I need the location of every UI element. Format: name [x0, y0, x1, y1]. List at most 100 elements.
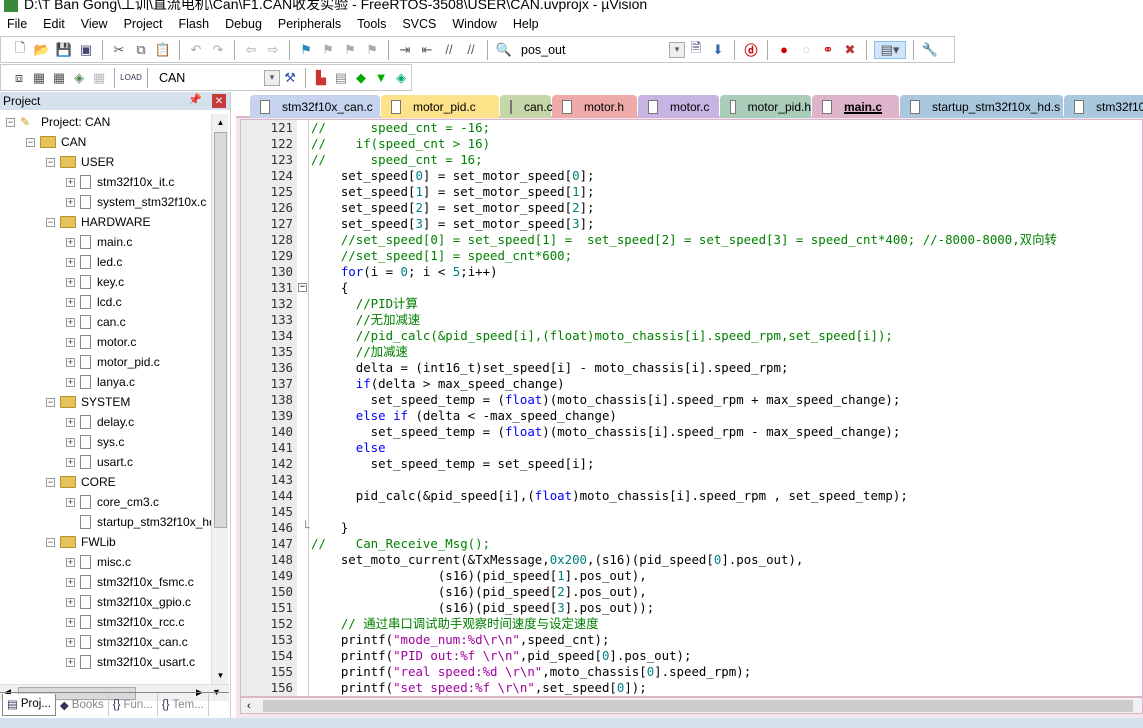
- tree-item-file[interactable]: + led.c: [66, 252, 122, 272]
- find-icon[interactable]: 🗎: [687, 40, 705, 59]
- menu-flash[interactable]: Flash: [177, 17, 210, 31]
- menu-help[interactable]: Help: [512, 17, 540, 31]
- tree-item-file[interactable]: + core_cm3.c: [66, 492, 159, 512]
- panel-tab-tem[interactable]: {} Tem...: [158, 693, 209, 716]
- tree-item-file[interactable]: + system_stm32f10x.c: [66, 192, 206, 212]
- code-view[interactable]: 121// speed_cnt = -16; 122// if(speed_cnt…: [240, 119, 1143, 697]
- open-icon[interactable]: 📂: [33, 41, 51, 59]
- scroll-down-icon[interactable]: ▼: [212, 667, 229, 684]
- tree-item-target[interactable]: − CAN: [26, 132, 86, 152]
- prev-bookmark-icon[interactable]: ⚑: [319, 41, 337, 59]
- expand-icon[interactable]: +: [66, 297, 75, 307]
- tree-item-file[interactable]: + stm32f10x_gpio.c: [66, 592, 191, 612]
- tree-item-file[interactable]: + lanya.c: [66, 372, 135, 392]
- tree-item-file[interactable]: + can.c: [66, 312, 126, 332]
- software-packs-icon[interactable]: ◈: [393, 69, 409, 87]
- pack-installer-icon[interactable]: ◆: [353, 69, 369, 87]
- back-icon[interactable]: ⇦: [242, 41, 260, 59]
- expand-icon[interactable]: +: [66, 377, 75, 387]
- disable-breakpoint-icon[interactable]: ○: [797, 41, 815, 59]
- tab-motor-pid-c[interactable]: motor_pid.c: [381, 95, 499, 118]
- bookmark-icon[interactable]: ⚑: [297, 41, 315, 59]
- menu-window[interactable]: Window: [451, 17, 497, 31]
- tree-item-file[interactable]: + lcd.c: [66, 292, 122, 312]
- expand-icon[interactable]: +: [66, 277, 75, 287]
- panel-tab-fun[interactable]: {} Fun...: [109, 693, 158, 716]
- undo-icon[interactable]: ↶: [187, 41, 205, 59]
- disable-all-breakpoints-icon[interactable]: ⚭: [819, 41, 837, 59]
- tab-startup-stm32f10x-hd-s[interactable]: startup_stm32f10x_hd.s: [900, 95, 1063, 118]
- tab-stm32f10x-can-c[interactable]: stm32f10x_can.c: [250, 95, 380, 118]
- expand-icon[interactable]: +: [66, 237, 75, 247]
- tree-item-folder[interactable]: − HARDWARE: [46, 212, 151, 232]
- collapse-icon[interactable]: −: [46, 217, 55, 227]
- tree-item-file[interactable]: + usart.c: [66, 452, 133, 472]
- expand-icon[interactable]: +: [66, 257, 75, 267]
- scroll-thumb[interactable]: [214, 132, 227, 528]
- tab-stm32f10x[interactable]: stm32f10x: [1064, 95, 1143, 118]
- breakpoint-icon[interactable]: ●: [775, 41, 793, 59]
- tree-item-file[interactable]: + stm32f10x_it.c: [66, 172, 174, 192]
- scroll-left-icon[interactable]: ‹: [247, 698, 251, 714]
- target-options-icon[interactable]: ⚒: [282, 69, 298, 87]
- tab-can-c[interactable]: can.c: [500, 95, 553, 118]
- expand-icon[interactable]: +: [66, 357, 75, 367]
- collapse-icon[interactable]: −: [46, 477, 55, 487]
- new-file-icon[interactable]: 🗋: [11, 40, 29, 59]
- menu-view[interactable]: View: [80, 17, 109, 31]
- panel-tab-proj[interactable]: ▤ Proj...: [2, 693, 56, 716]
- expand-icon[interactable]: +: [66, 317, 75, 327]
- load-icon[interactable]: LOAD: [120, 69, 142, 87]
- next-bookmark-icon[interactable]: ⚑: [341, 41, 359, 59]
- rebuild-icon[interactable]: ▦: [51, 69, 67, 87]
- expand-icon[interactable]: +: [66, 177, 75, 187]
- expand-icon[interactable]: +: [66, 437, 75, 447]
- expand-icon[interactable]: +: [66, 457, 75, 467]
- expand-icon[interactable]: +: [66, 597, 75, 607]
- pin-icon[interactable]: 📌: [188, 93, 202, 106]
- collapse-icon[interactable]: −: [26, 137, 35, 147]
- expand-icon[interactable]: +: [66, 617, 75, 627]
- tree-item-file[interactable]: + sys.c: [66, 432, 124, 452]
- collapse-icon[interactable]: −: [46, 537, 55, 547]
- tree-item-file[interactable]: + stm32f10x_usart.c: [66, 652, 195, 672]
- expand-icon[interactable]: +: [66, 417, 75, 427]
- find-combo[interactable]: pos_out ▾: [515, 40, 685, 60]
- scroll-thumb[interactable]: [263, 700, 1133, 712]
- forward-icon[interactable]: ⇨: [264, 41, 282, 59]
- indent-icon[interactable]: ⇥: [396, 41, 414, 59]
- translate-icon[interactable]: ⧈: [11, 69, 27, 87]
- comment-icon[interactable]: //: [440, 41, 458, 59]
- menu-debug[interactable]: Debug: [224, 17, 263, 31]
- configure-wrench-icon[interactable]: 🔧: [921, 41, 939, 59]
- clear-bookmarks-icon[interactable]: ⚑: [363, 41, 381, 59]
- menu-file[interactable]: File: [6, 17, 28, 31]
- window-layout-icon[interactable]: ▤▾: [874, 40, 906, 59]
- debug-session-icon[interactable]: ⓓ: [742, 41, 760, 59]
- tab-motor-c[interactable]: motor.c: [638, 95, 719, 118]
- fold-collapse-icon[interactable]: −: [298, 283, 307, 292]
- chevron-down-icon[interactable]: ▾: [669, 41, 685, 58]
- tab-main-c[interactable]: main.c: [812, 95, 899, 118]
- save-all-icon[interactable]: ▣: [77, 41, 95, 59]
- redo-icon[interactable]: ↷: [209, 41, 227, 59]
- editor-horizontal-scrollbar[interactable]: ‹: [240, 697, 1143, 714]
- expand-icon[interactable]: +: [66, 657, 75, 667]
- chevron-down-icon[interactable]: ▾: [264, 69, 280, 86]
- tree-item-file[interactable]: + stm32f10x_fsmc.c: [66, 572, 194, 592]
- panel-tab-books[interactable]: ◆ Books: [56, 693, 109, 716]
- target-select[interactable]: CAN ▾: [153, 68, 280, 88]
- menu-peripherals[interactable]: Peripherals: [277, 17, 342, 31]
- tree-item-file[interactable]: + motor.c: [66, 332, 136, 352]
- tree-item-file[interactable]: + stm32f10x_can.c: [66, 632, 188, 652]
- tree-item-file[interactable]: + misc.c: [66, 552, 131, 572]
- collapse-icon[interactable]: −: [6, 117, 15, 127]
- expand-icon[interactable]: +: [66, 197, 75, 207]
- tree-item-file[interactable]: + stm32f10x_rcc.c: [66, 612, 184, 632]
- uncomment-icon[interactable]: //: [462, 41, 480, 59]
- tree-vertical-scrollbar[interactable]: ▲ ▼: [211, 114, 228, 684]
- expand-icon[interactable]: +: [66, 497, 75, 507]
- tab-motor-h[interactable]: motor.h: [552, 95, 637, 118]
- build-icon[interactable]: ▦: [31, 69, 47, 87]
- stop-build-icon[interactable]: ▦: [91, 69, 107, 87]
